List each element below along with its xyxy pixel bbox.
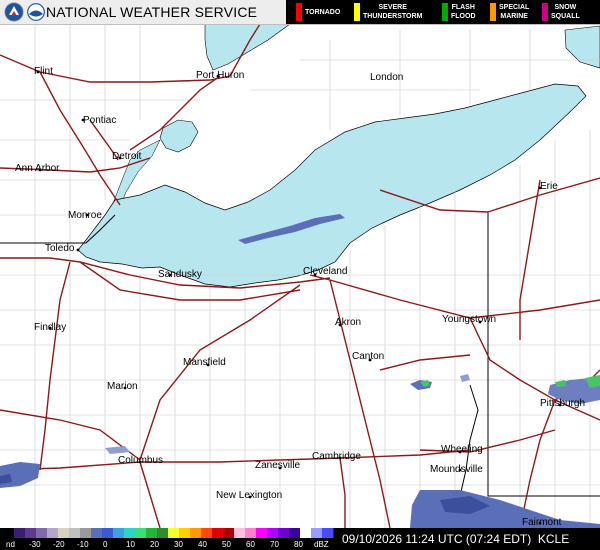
dbz-color-cell — [267, 528, 279, 538]
dbz-scale-label: dBZ — [314, 540, 329, 549]
timestamp-text: 09/10/2026 11:24 UTC (07:24 EDT) — [342, 532, 532, 546]
dbz-color-cell — [3, 528, 15, 538]
warning-label-line: SQUALL — [551, 13, 580, 20]
warning-color-swatch — [354, 3, 360, 21]
dbz-scale-label: -10 — [77, 540, 89, 549]
dbz-scale-label: 60 — [246, 540, 255, 549]
dbz-color-cell — [135, 528, 147, 538]
city-label-akron: Akron — [335, 317, 362, 328]
dbz-color-cell — [14, 528, 26, 538]
dbz-color-cell — [223, 528, 235, 538]
warning-label: TORNADO — [305, 8, 340, 17]
warning-label-line: TORNADO — [305, 9, 341, 16]
city-label-new-lexington: New Lexington — [216, 490, 283, 501]
warning-label-line: SEVERE — [378, 4, 407, 11]
city-label-columbus: Columbus — [118, 455, 164, 466]
city-label-flint: Flint — [34, 66, 53, 77]
warning-label: SEVERE THUNDERSTORM — [363, 3, 422, 21]
dbz-color-cell — [80, 528, 92, 538]
dbz-color-cell — [58, 528, 70, 538]
footer-bar: 09/10/2026 11:24 UTC (07:24 EDT) KCLE nd… — [0, 528, 600, 550]
city-label-cleveland: Cleveland — [303, 266, 348, 277]
warning-label-line: MARINE — [500, 13, 528, 20]
warning-label-line: SNOW — [554, 4, 577, 11]
noaa-logo-icon — [27, 3, 45, 21]
dbz-color-cell — [245, 528, 257, 538]
dbz-color-cell — [256, 528, 268, 538]
city-label-pontiac: Pontiac — [83, 115, 117, 126]
city-label-toledo: Toledo — [45, 243, 75, 254]
dbz-color-cell — [201, 528, 213, 538]
dbz-scale-label: 10 — [126, 540, 135, 549]
warning-label-line: FLOOD — [451, 13, 476, 20]
city-label-erie: Erie — [540, 181, 558, 192]
warning-label-line: FLASH — [451, 4, 475, 11]
warning-color-swatch — [542, 3, 548, 21]
warning-legend: TORNADO SEVERE THUNDERSTORM FLASH FLOOD SPECI… — [286, 0, 600, 24]
city-label-port-huron: Port Huron — [196, 70, 245, 81]
city-label-ann-arbor: Ann Arbor — [15, 163, 60, 174]
warning-label: SPECIAL MARINE — [499, 3, 529, 21]
warning-color-swatch — [490, 3, 496, 21]
city-label-findlay: Findlay — [34, 322, 67, 333]
city-label-detroit: Detroit — [112, 151, 142, 162]
dbz-scale-label: -20 — [53, 540, 65, 549]
city-label-monroe: Monroe — [68, 210, 102, 221]
city-label-youngstown: Youngstown — [442, 314, 497, 325]
city-label-wheeling: Wheeling — [441, 444, 483, 455]
city-label-fairmont: Fairmont — [522, 517, 562, 528]
radar-map-view: Flint Port Huron London Pontiac Detroit … — [0, 0, 600, 550]
dbz-color-cell — [190, 528, 202, 538]
dbz-color-cell — [234, 528, 246, 538]
page-title: NATIONAL WEATHER SERVICE — [46, 4, 258, 20]
warning-color-swatch — [296, 3, 302, 21]
dbz-color-cell — [168, 528, 180, 538]
dbz-scale-label: nd — [6, 540, 15, 549]
city-label-marion: Marion — [107, 381, 138, 392]
dbz-color-cell — [69, 528, 81, 538]
dbz-color-cell — [289, 528, 301, 538]
warning-label: SNOW SQUALL — [551, 3, 580, 21]
warning-label-line: SPECIAL — [499, 4, 530, 11]
warning-color-swatch — [442, 3, 448, 21]
dbz-color-cell — [146, 528, 158, 538]
dbz-color-cell — [113, 528, 125, 538]
dbz-scale-label: 40 — [198, 540, 207, 549]
city-label-zanesville: Zanesville — [255, 460, 301, 471]
dbz-scale-label: 20 — [150, 540, 159, 549]
dbz-color-cell — [179, 528, 191, 538]
radar-timestamp: 09/10/2026 11:24 UTC (07:24 EDT) KCLE — [342, 532, 569, 546]
dbz-color-cell — [300, 528, 312, 538]
city-label-sandusky: Sandusky — [158, 269, 202, 280]
nws-logo-icon — [4, 2, 24, 22]
dbz-scale-label: 80 — [294, 540, 303, 549]
city-label-london: London — [370, 72, 404, 83]
dbz-color-cell — [25, 528, 37, 538]
dbz-color-cell — [36, 528, 48, 538]
dbz-scale-label: 0 — [103, 540, 108, 549]
dbz-color-cell — [278, 528, 290, 538]
city-label-pittsburgh: Pittsburgh — [540, 398, 586, 409]
dbz-scale-label: 70 — [270, 540, 279, 549]
dbz-scale-label: 50 — [222, 540, 231, 549]
dbz-color-cell — [124, 528, 136, 538]
dbz-scale-label: -30 — [29, 540, 41, 549]
city-label-canton: Canton — [352, 351, 385, 362]
dbz-color-cell — [311, 528, 323, 538]
dbz-color-cell — [47, 528, 59, 538]
dbz-color-cell — [91, 528, 103, 538]
dbz-color-cell — [102, 528, 114, 538]
dbz-color-scale — [3, 528, 334, 538]
city-label-moundsville: Moundsville — [430, 464, 483, 475]
dbz-scale-label: 30 — [174, 540, 183, 549]
dbz-color-cell — [212, 528, 224, 538]
city-label-cambridge: Cambridge — [312, 451, 361, 462]
radar-station-id: KCLE — [537, 532, 570, 546]
warning-label-line: THUNDERSTORM — [363, 13, 423, 20]
dbz-color-cell — [157, 528, 169, 538]
header-bar: NATIONAL WEATHER SERVICE TORNADO SEVERE TH… — [0, 0, 600, 25]
city-label-mansfield: Mansfield — [183, 357, 226, 368]
dbz-color-cell — [322, 528, 334, 538]
warning-label: FLASH FLOOD — [451, 3, 476, 21]
